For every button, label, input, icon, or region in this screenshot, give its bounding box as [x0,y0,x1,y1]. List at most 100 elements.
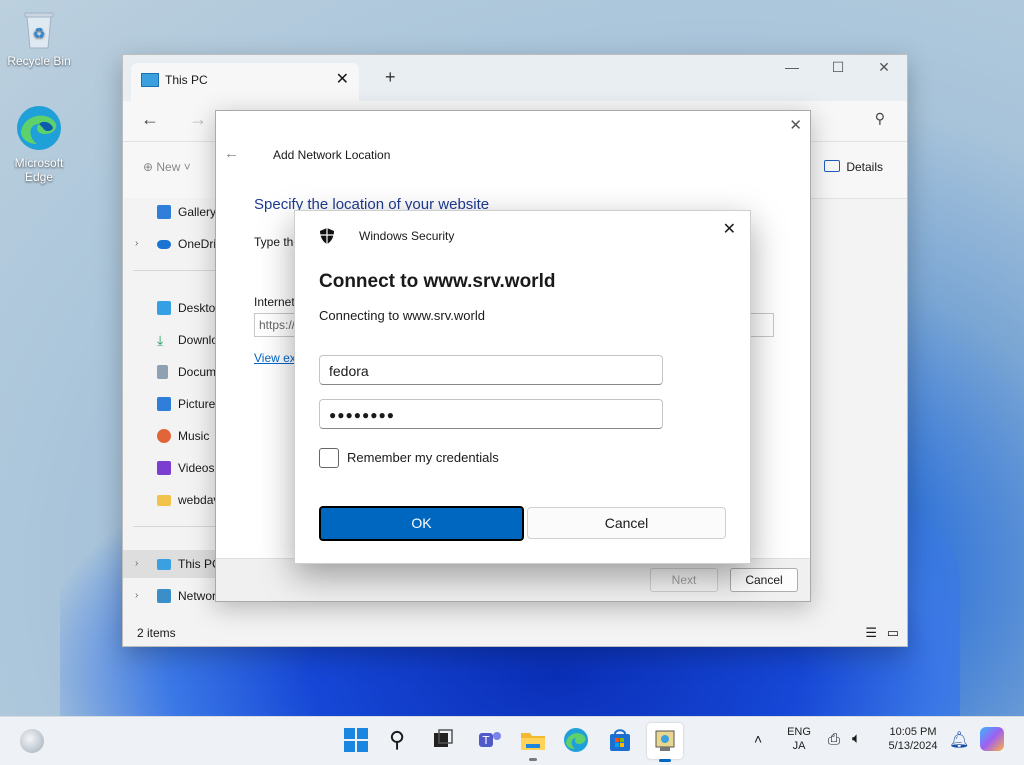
notification-bell-icon[interactable]: 🔔︎ [949,730,969,750]
network-display-icon[interactable]: ⎙ [828,731,840,748]
desktop-folder-icon [157,301,171,315]
shield-icon [319,227,335,248]
speaker-icon[interactable]: 🔈︎ [852,730,861,747]
sidebar-item-webdav[interactable]: webdav [123,486,223,514]
music-icon [157,429,171,443]
username-field[interactable]: fedora [319,355,663,385]
search-icon[interactable]: ⚲ [389,727,417,755]
onedrive-cloud-icon [157,240,171,249]
remember-label: Remember my credentials [347,450,499,465]
back-arrow-icon[interactable]: ← [224,145,239,162]
navigation-pane: Gallery ›OneDrive Desktop ⤓Downloads Doc… [123,198,223,618]
desktop-icon-edge[interactable]: Microsoft Edge [4,104,74,184]
chevron-up-icon[interactable]: ˄ [754,731,762,747]
sidebar-item-this-pc[interactable]: › This PC [123,550,223,578]
active-window-indicator [659,759,671,762]
teams-icon[interactable]: T [477,727,505,755]
monitor-icon [141,73,159,87]
cancel-button[interactable]: Cancel [730,568,798,592]
network-icon [157,589,171,603]
pictures-icon [157,397,171,411]
sidebar-item-network[interactable]: › Network [123,582,223,610]
sidebar-item-onedrive[interactable]: ›OneDrive [123,230,223,258]
svg-text:T: T [482,734,490,747]
recycle-bin-icon: ♻ [22,10,56,50]
taskbar: ⚲ T ˄ ENG JA ⎙ 🔈︎ 10:05 PM 5/13/2024 🔔︎ [0,716,1024,765]
chevron-right-icon[interactable]: › [135,230,138,258]
dialog-title: Add Network Location [273,148,391,162]
clock[interactable]: 10:05 PM 5/13/2024 [880,726,946,752]
download-arrow-icon: ⤓ [157,332,164,348]
monitor-icon [157,559,171,570]
edge-icon [15,104,63,152]
tiles-view-icon[interactable]: ▭ [887,625,899,641]
sidebar-item-videos[interactable]: Videos [123,454,223,482]
copilot-icon[interactable] [980,727,1004,751]
address-label: Internet [254,295,295,309]
tab-label: This PC [165,73,208,87]
running-indicator [529,758,537,761]
widgets-icon[interactable] [20,729,44,753]
explorer-titlebar: This PC ✕ + — ☐ ✕ [123,55,907,101]
store-icon[interactable] [607,727,635,755]
close-icon[interactable]: ✕ [723,219,736,239]
search-icon[interactable]: ⚲ [875,110,885,127]
sidebar-item-label: Gallery [178,205,217,219]
close-icon[interactable]: ✕ [789,116,802,134]
security-app-title: Windows Security [359,229,455,243]
chevron-right-icon[interactable]: › [135,550,138,578]
svg-text:♻: ♻ [33,26,46,42]
clock-date: 5/13/2024 [888,740,938,752]
chevron-right-icon[interactable]: › [135,582,138,610]
new-button[interactable]: ⊕ New ˅ [143,160,191,174]
edge-icon[interactable] [563,727,591,755]
new-tab-plus-icon[interactable]: + [385,67,396,88]
minimize-icon[interactable]: — [769,59,815,75]
file-explorer-icon[interactable] [519,727,547,755]
details-button[interactable]: Details [824,160,883,174]
sidebar-item-gallery[interactable]: Gallery [123,198,223,226]
dialog-footer: Next Cancel [216,558,810,601]
address-placeholder: https:// [259,318,296,332]
desktop-icon-recycle-bin[interactable]: ♻ Recycle Bin [4,10,74,68]
ime-code: JA [792,740,806,752]
close-tab-icon[interactable]: ✕ [336,69,349,89]
windows-security-dialog: Windows Security ✕ Connect to www.srv.wo… [294,210,751,564]
next-button[interactable]: Next [650,568,718,592]
document-icon [157,365,168,379]
sidebar-divider [133,526,223,527]
videos-icon [157,461,171,475]
maximize-icon[interactable]: ☐ [815,59,861,76]
language-code: ENG [787,726,811,738]
sidebar-item-label: Music [178,429,210,443]
start-windows-icon[interactable] [343,727,371,755]
task-view-icon[interactable] [431,727,459,755]
remember-checkbox[interactable] [319,448,339,468]
desktop-icon-label: Microsoft Edge [14,156,64,184]
status-bar: 2 items ☰ ▭ [123,622,907,646]
password-field[interactable]: ●●●●●●●● [319,399,663,429]
sidebar-item-music[interactable]: Music [123,422,223,450]
input-language[interactable]: ENG JA [784,726,814,752]
network-location-wizard-icon[interactable] [647,723,683,759]
sidebar-divider [133,270,223,271]
sidebar-item-desktop[interactable]: Desktop [123,294,223,322]
gallery-icon [157,205,171,219]
back-arrow-icon[interactable]: ← [141,109,159,130]
new-label: New [156,160,181,174]
sidebar-item-documents[interactable]: Documents [123,358,223,386]
desktop-icon-label: Recycle Bin [7,54,71,68]
tab-this-pc[interactable]: This PC ✕ [131,63,359,101]
sidebar-item-downloads[interactable]: ⤓Downloads [123,326,223,354]
list-view-icon[interactable]: ☰ [865,625,877,641]
item-count: 2 items [137,626,176,640]
view-examples-link[interactable]: View ex [254,351,296,365]
forward-arrow-icon[interactable]: → [189,109,207,130]
sidebar-item-pictures[interactable]: Pictures [123,390,223,418]
connect-heading: Connect to www.srv.world [319,271,556,292]
cancel-button[interactable]: Cancel [527,507,726,539]
clock-time: 10:05 PM [889,726,937,738]
close-window-icon[interactable]: ✕ [861,59,907,76]
ok-button[interactable]: OK [319,506,524,541]
details-pane-icon [824,160,841,172]
